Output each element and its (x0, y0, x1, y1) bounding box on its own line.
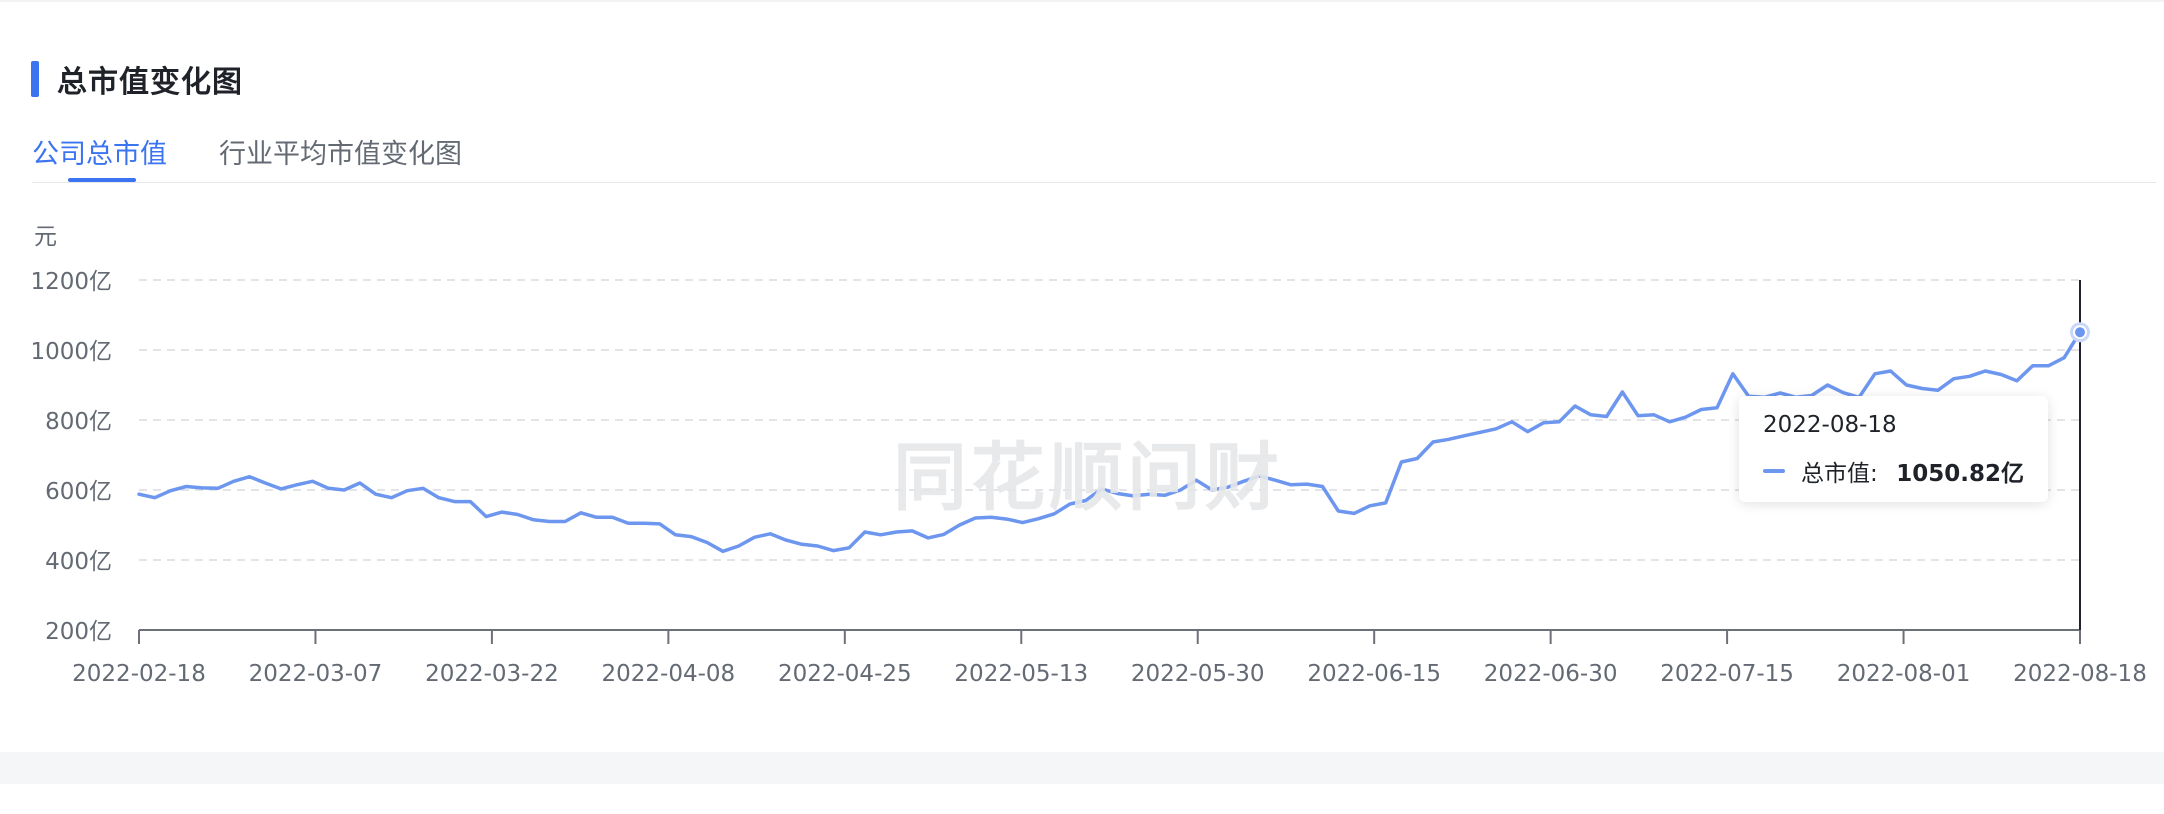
y-tick-label: 400亿 (45, 549, 112, 575)
chart-tooltip: 2022-08-18 总市值: 1050.82亿 (1739, 396, 2048, 502)
y-tick-labels: 200亿 400亿 600亿 800亿 1000亿 1200亿 (30, 269, 112, 645)
market-cap-page: 总市值变化图 公司总市值 行业平均市值变化图 元 200亿 400亿 600亿 800… (0, 0, 2164, 814)
y-tick-label: 1200亿 (30, 269, 112, 295)
tab-divider (32, 182, 2156, 183)
x-tick-label: 2022-07-15 (1660, 661, 1794, 687)
tooltip-series-value: 1050.82亿 (1896, 461, 2024, 487)
top-divider (0, 0, 2164, 2)
x-tick-label: 2022-03-22 (425, 661, 559, 687)
tab-company-market-cap[interactable]: 公司总市值 (32, 132, 167, 182)
x-tick-label: 2022-04-25 (778, 661, 912, 687)
x-tick-label: 2022-05-30 (1131, 661, 1265, 687)
tab-bar: 公司总市值 行业平均市值变化图 (32, 132, 462, 182)
x-tick-label: 2022-02-18 (72, 661, 206, 687)
x-tick-label: 2022-08-18 (2013, 661, 2147, 687)
tooltip-series-swatch (1763, 469, 1785, 473)
section-title: 总市值变化图 (57, 65, 243, 100)
y-tick-label: 800亿 (45, 409, 112, 435)
y-tick-label: 600亿 (45, 479, 112, 505)
x-tick-label: 2022-06-30 (1484, 661, 1618, 687)
footer-band (0, 752, 2164, 784)
section-header: 总市值变化图 (31, 59, 243, 100)
x-tick-label: 2022-08-01 (1837, 661, 1971, 687)
section-accent-bar (31, 61, 39, 97)
x-tick-label: 2022-06-15 (1307, 661, 1441, 687)
y-tick-label: 200亿 (45, 619, 112, 645)
tooltip-series-label: 总市值: (1801, 461, 1878, 487)
tooltip-row: 总市值: 1050.82亿 (1763, 454, 2024, 488)
y-axis-unit-label: 元 (34, 224, 57, 250)
watermark-text: 同花顺问财 (893, 435, 1283, 521)
x-axis: 2022-02-18 2022-03-07 2022-03-22 2022-04-08… (72, 629, 2147, 687)
x-tick-label: 2022-03-07 (249, 661, 383, 687)
hover-point (2073, 325, 2087, 340)
y-tick-label: 1000亿 (30, 339, 112, 365)
x-tick-label: 2022-05-13 (954, 661, 1088, 687)
tab-industry-average-market-cap[interactable]: 行业平均市值变化图 (219, 132, 462, 182)
x-tick-label: 2022-04-08 (602, 661, 736, 687)
tooltip-date: 2022-08-18 (1763, 412, 1897, 438)
